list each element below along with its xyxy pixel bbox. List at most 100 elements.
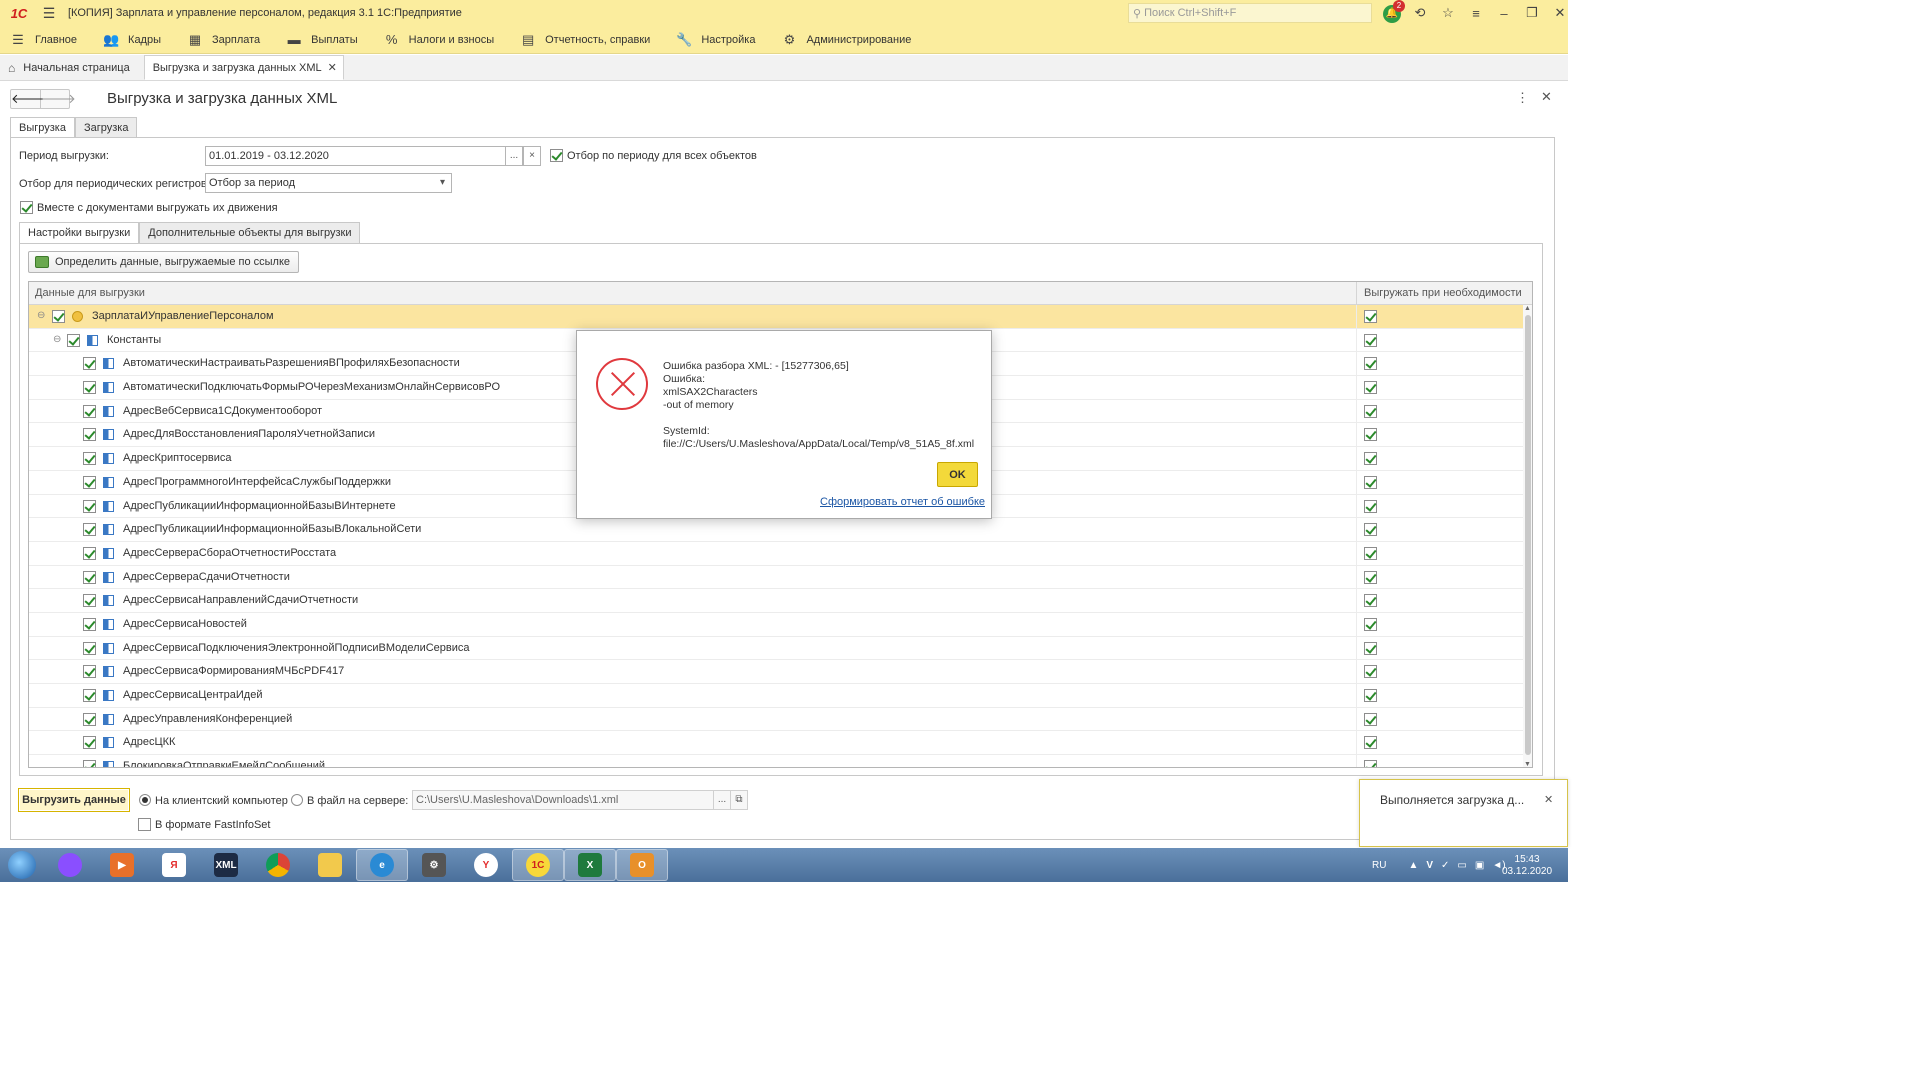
- row-checkbox[interactable]: [83, 499, 96, 513]
- row-checkbox[interactable]: [83, 760, 96, 767]
- taskbar-xml-editor[interactable]: XML: [200, 849, 252, 881]
- export-needed-checkbox[interactable]: [1364, 594, 1377, 608]
- tree-row-constant[interactable]: АдресУправленияКонференцией: [29, 707, 1523, 732]
- row-checkbox[interactable]: [83, 736, 96, 750]
- start-button[interactable]: [0, 848, 44, 882]
- with-movements-checkbox[interactable]: [20, 201, 33, 214]
- to-client-radio[interactable]: [139, 794, 151, 806]
- export-needed-checkbox[interactable]: [1364, 310, 1377, 323]
- browse-button[interactable]: ...: [713, 790, 731, 810]
- registers-select[interactable]: Отбор за период: [205, 173, 452, 193]
- menu-reports[interactable]: ▤ Отчетность, справки: [520, 32, 650, 48]
- scroll-up-icon[interactable]: ▲: [1524, 305, 1531, 312]
- tray-check-icon[interactable]: ✓: [1441, 860, 1449, 871]
- close-tab-icon[interactable]: ✕: [328, 61, 337, 74]
- export-needed-checkbox[interactable]: [1364, 499, 1377, 513]
- to-server-radio[interactable]: [291, 794, 303, 806]
- close-form-icon[interactable]: ✕: [1541, 89, 1552, 105]
- taskbar-excel[interactable]: X: [564, 849, 616, 881]
- export-needed-checkbox[interactable]: [1364, 333, 1377, 347]
- export-needed-checkbox[interactable]: [1364, 452, 1377, 466]
- export-needed-checkbox[interactable]: [1364, 546, 1377, 560]
- menu-payments[interactable]: ▬ Выплаты: [286, 32, 358, 47]
- menu-main[interactable]: ☰ Главное: [10, 32, 77, 48]
- vertical-scrollbar[interactable]: ▲ ▼: [1523, 305, 1532, 767]
- export-needed-checkbox[interactable]: [1364, 523, 1377, 537]
- language-indicator[interactable]: RU: [1372, 860, 1386, 871]
- taskbar-ie[interactable]: e: [356, 849, 408, 881]
- export-needed-checkbox[interactable]: [1364, 357, 1377, 371]
- export-needed-checkbox[interactable]: [1364, 760, 1377, 767]
- tray-monitor-icon[interactable]: ▣: [1475, 860, 1484, 871]
- taskbar-settings[interactable]: ⚙: [408, 849, 460, 881]
- tree-row-constant[interactable]: АдресСервераСдачиОтчетности: [29, 565, 1523, 590]
- collapse-icon[interactable]: ⊖: [37, 310, 45, 321]
- fast-infoset-checkbox[interactable]: [138, 818, 151, 831]
- tab-additional-objects[interactable]: Дополнительные объекты для выгрузки: [139, 222, 361, 244]
- tree-row-constant[interactable]: АдресСервисаЦентраИдей: [29, 684, 1523, 708]
- minimize-icon[interactable]: –: [1490, 6, 1518, 21]
- row-checkbox[interactable]: [83, 381, 96, 395]
- taskbar-alice[interactable]: [44, 849, 96, 881]
- col-data-header[interactable]: Данные для выгрузки: [35, 287, 145, 299]
- export-needed-checkbox[interactable]: [1364, 665, 1377, 679]
- settings-list-icon[interactable]: ≡: [1462, 6, 1490, 21]
- taskbar-yandex[interactable]: Y: [460, 849, 512, 881]
- notifications-button[interactable]: 🔔 2: [1378, 0, 1406, 23]
- scroll-down-icon[interactable]: ▼: [1524, 761, 1531, 767]
- close-window-icon[interactable]: ✕: [1546, 5, 1574, 21]
- row-checkbox[interactable]: [83, 357, 96, 371]
- close-notification-icon[interactable]: ✕: [1544, 793, 1553, 806]
- tree-row-constant[interactable]: АдресСервераСбораОтчетностиРосстата: [29, 541, 1523, 566]
- tree-row-constant[interactable]: АдресСервисаФормированияМЧБсPDF417: [29, 660, 1523, 684]
- menu-settings[interactable]: 🔧 Настройка: [676, 32, 755, 48]
- tab-home[interactable]: ⌂ Начальная страница: [0, 55, 140, 80]
- forward-arrow-icon[interactable]: 🡒: [41, 90, 76, 108]
- export-needed-checkbox[interactable]: [1364, 617, 1377, 631]
- tree-row-root[interactable]: ⊖ ЗарплатаИУправлениеПерсоналом: [29, 305, 1523, 329]
- export-needed-checkbox[interactable]: [1364, 381, 1377, 395]
- collapse-icon[interactable]: ⊖: [53, 334, 61, 345]
- open-file-icon[interactable]: ⧉: [730, 790, 748, 810]
- tree-row-constant[interactable]: АдресЦКК: [29, 731, 1523, 756]
- period-filter-all-checkbox[interactable]: [550, 149, 563, 162]
- row-checkbox[interactable]: [83, 665, 96, 679]
- row-checkbox[interactable]: [83, 641, 96, 655]
- row-checkbox[interactable]: [52, 310, 65, 323]
- export-needed-checkbox[interactable]: [1364, 641, 1377, 655]
- row-checkbox[interactable]: [83, 428, 96, 442]
- col-export-needed-header[interactable]: Выгружать при необходимости: [1356, 282, 1523, 305]
- history-icon[interactable]: ⟲: [1406, 5, 1434, 21]
- taskbar-yandex-browser[interactable]: Я: [148, 849, 200, 881]
- tree-row-constant[interactable]: АдресСервисаНаправленийСдачиОтчетности: [29, 589, 1523, 613]
- taskbar-media[interactable]: ▶: [96, 849, 148, 881]
- export-needed-checkbox[interactable]: [1364, 689, 1377, 702]
- row-checkbox[interactable]: [83, 475, 96, 489]
- tab-xml-exchange[interactable]: Выгрузка и загрузка данных XML ✕: [143, 55, 344, 80]
- favorites-star-icon[interactable]: ☆: [1434, 5, 1462, 21]
- restore-icon[interactable]: ❐: [1518, 5, 1546, 21]
- export-needed-checkbox[interactable]: [1364, 404, 1377, 418]
- menu-hr[interactable]: 👥 Кадры: [103, 32, 161, 48]
- taskbar-explorer[interactable]: [304, 849, 356, 881]
- menu-admin[interactable]: ⚙ Администрирование: [781, 32, 912, 48]
- server-path-field[interactable]: C:\Users\U.Masleshova\Downloads\1.xml: [412, 790, 714, 810]
- export-needed-checkbox[interactable]: [1364, 736, 1377, 750]
- tree-row-constant[interactable]: АдресСервисаНовостей: [29, 612, 1523, 637]
- tree-row-constant[interactable]: БлокировкаОтправкиЕмейлСообщений: [29, 755, 1523, 767]
- ok-button[interactable]: OK: [937, 462, 978, 487]
- more-options-icon[interactable]: ⋮: [1516, 90, 1529, 106]
- scroll-thumb[interactable]: [1525, 315, 1531, 755]
- row-checkbox[interactable]: [83, 570, 96, 584]
- row-checkbox[interactable]: [83, 523, 96, 537]
- main-menu-icon[interactable]: ☰: [38, 5, 60, 22]
- taskbar-chrome[interactable]: [252, 849, 304, 881]
- period-clear-button[interactable]: ×: [523, 146, 541, 166]
- period-select-button[interactable]: ...: [505, 146, 523, 166]
- tray-v-icon[interactable]: V: [1426, 860, 1433, 871]
- export-needed-checkbox[interactable]: [1364, 570, 1377, 584]
- row-checkbox[interactable]: [83, 546, 96, 560]
- tray-network-icon[interactable]: ▭: [1457, 860, 1466, 871]
- chevron-down-icon[interactable]: ▾: [434, 173, 452, 193]
- tab-export[interactable]: Выгрузка: [10, 117, 75, 138]
